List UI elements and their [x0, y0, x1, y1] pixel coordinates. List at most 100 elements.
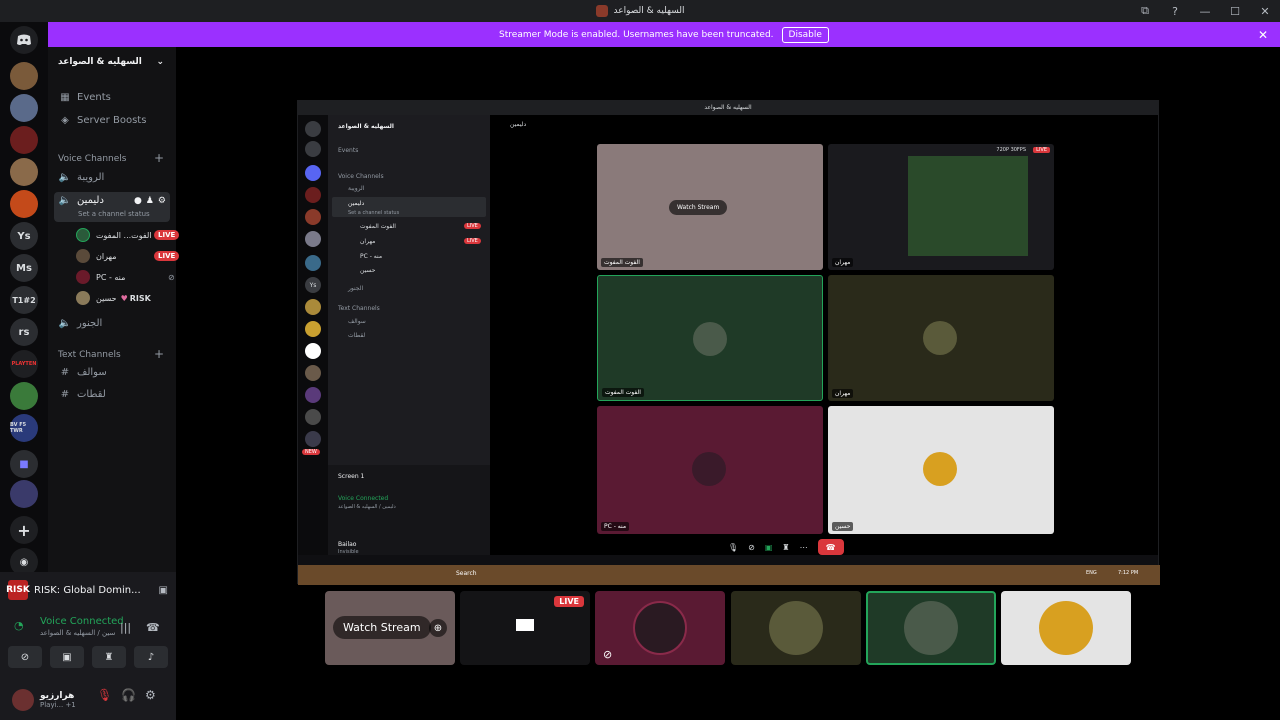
- controller-icon[interactable]: ▣: [159, 585, 168, 596]
- server-5-icon[interactable]: [10, 190, 38, 218]
- soundboard-icon[interactable]: ♪: [134, 646, 168, 668]
- server-1-icon[interactable]: [10, 62, 38, 90]
- inner-inbox-icon: [305, 141, 321, 157]
- inner-user: مهران: [360, 238, 376, 245]
- server-badge-icon[interactable]: [10, 382, 38, 410]
- inner-tile-label: مهران: [832, 389, 854, 398]
- calendar-icon: ▦: [60, 92, 70, 103]
- strip-user-tile[interactable]: [1001, 591, 1131, 665]
- inner-channel: الجنور: [348, 285, 364, 292]
- inner-user: الفوت المفوت: [360, 223, 396, 230]
- folder-icon[interactable]: ■: [10, 450, 38, 478]
- text-channel-1[interactable]: # سوالف: [58, 367, 107, 378]
- channel-status[interactable]: Set a channel status: [78, 210, 150, 218]
- inner-text-channel: سوالف: [348, 318, 366, 325]
- voice-user-1[interactable]: الفوت... المفوت LIVE: [76, 228, 180, 242]
- events-link[interactable]: ▦ Events: [58, 92, 111, 103]
- server-name: السهليه & الصواعد: [58, 57, 142, 67]
- invite-icon[interactable]: ♟: [146, 196, 154, 206]
- server-boosts-link[interactable]: ◈ Server Boosts: [58, 115, 146, 126]
- voice-channel-path[interactable]: سين / السهليه & الصواعد: [40, 629, 115, 637]
- mic-muted-icon[interactable]: 🎙: [97, 688, 112, 702]
- maximize-button[interactable]: ☐: [1220, 5, 1250, 18]
- close-window-button[interactable]: ✕: [1250, 5, 1280, 18]
- inner-voice-connected: Voice Connected: [338, 495, 389, 502]
- inner-window-title: السهليه & الصواعد: [298, 101, 1158, 115]
- disable-button[interactable]: Disable: [781, 26, 829, 43]
- voice-channel-3[interactable]: 🔈 الجنور: [58, 318, 103, 329]
- voice-channel-1[interactable]: 🔈 الرويبة: [58, 172, 105, 183]
- inner-username: Bailao: [338, 541, 357, 548]
- live-badge: LIVE: [554, 596, 584, 607]
- server-ys[interactable]: Ys: [10, 222, 38, 250]
- inner-tile-user: مهران: [828, 275, 1054, 401]
- strip-screen-tile[interactable]: LIVE: [460, 591, 590, 665]
- inner-overwatch-icon: [305, 343, 321, 359]
- deafened-icon: ⊘: [168, 272, 175, 282]
- inner-tile-label: حسين: [832, 522, 854, 531]
- settings-gear-icon[interactable]: ⚙: [158, 196, 166, 206]
- strip-user-tile[interactable]: ⊘: [595, 591, 725, 665]
- strip-user-tile[interactable]: [731, 591, 861, 665]
- noise-suppression-icon[interactable]: |||: [120, 621, 131, 634]
- help-icon[interactable]: ?: [1160, 5, 1190, 18]
- add-text-channel-icon[interactable]: +: [154, 347, 164, 361]
- boost-icon: ◈: [61, 115, 69, 126]
- inner-text-category: Text Channels: [338, 305, 380, 312]
- server-t12[interactable]: T1#2: [10, 286, 38, 314]
- headphones-icon[interactable]: 🎧: [121, 688, 136, 702]
- text-channel-2[interactable]: # لقطات: [58, 389, 106, 400]
- inner-server-ys: Ys: [305, 277, 321, 293]
- watch-stream-icon[interactable]: ⊕: [429, 619, 447, 637]
- server-3-icon[interactable]: [10, 126, 38, 154]
- voice-user-4[interactable]: حسين ♥ RISK: [76, 291, 151, 305]
- server-playten[interactable]: PLAYTEN: [10, 350, 38, 378]
- avatar: [769, 601, 823, 655]
- disconnect-icon[interactable]: ☎: [146, 621, 160, 634]
- voice-user-2[interactable]: مهران LIVE: [76, 249, 180, 263]
- inner-tile-label: PC - منه: [601, 522, 630, 531]
- watch-stream-button[interactable]: Watch Stream: [333, 616, 431, 639]
- avatar: [1039, 601, 1093, 655]
- user-status: Playi... +1: [40, 701, 76, 709]
- user-settings-icon[interactable]: ⚙: [145, 688, 156, 702]
- camera-off-icon[interactable]: ⊘: [8, 646, 42, 668]
- voice-channel-2[interactable]: 🔈 دليمين ● ♟ ⚙: [58, 195, 166, 206]
- server-ms[interactable]: Ms: [10, 254, 38, 282]
- screen-share-icon[interactable]: ▣: [50, 646, 84, 668]
- server-header[interactable]: السهليه & الصواعد ⌄: [48, 47, 176, 77]
- speaker-icon: 🔈: [58, 318, 72, 329]
- inner-discord-icon: [305, 121, 321, 137]
- live-badge: LIVE: [154, 251, 180, 261]
- inner-live-badge: LIVE: [1033, 147, 1050, 153]
- inbox-icon[interactable]: ⧉: [1130, 4, 1160, 18]
- minimize-button[interactable]: —: [1190, 5, 1220, 18]
- discord-home-icon[interactable]: [10, 26, 38, 54]
- hash-icon: #: [60, 389, 70, 400]
- strip-stream-tile[interactable]: Watch Stream ⊕: [325, 591, 455, 665]
- voice-connected-label[interactable]: Voice Connected: [40, 616, 124, 627]
- inner-tile-label: مهران: [832, 258, 854, 267]
- guild-rail: Ys Ms T1#2 rs PLAYTEN BV F5 TWR ■ + ◉: [0, 22, 48, 576]
- activity-text: RISK: Global Domin...: [34, 584, 141, 596]
- text-category[interactable]: Text Channels: [58, 350, 121, 360]
- add-voice-channel-icon[interactable]: +: [154, 151, 164, 165]
- activities-icon[interactable]: ♜: [92, 646, 126, 668]
- avatar: [12, 689, 34, 711]
- inner-guild-rail: Ys NEW: [298, 115, 328, 555]
- chat-icon[interactable]: ●: [134, 196, 142, 206]
- inner-server-icon: [305, 187, 321, 203]
- strip-user-tile-speaking[interactable]: [866, 591, 996, 665]
- add-server-icon[interactable]: +: [10, 516, 38, 544]
- server-2-icon[interactable]: [10, 94, 38, 122]
- inner-tile-stream: Watch Stream الفوت المفوت: [597, 144, 823, 270]
- voice-category[interactable]: Voice Channels: [58, 154, 126, 164]
- server-bvf5[interactable]: BV F5 TWR: [10, 414, 38, 442]
- banner-close-icon[interactable]: ✕: [1258, 28, 1268, 42]
- server-4-icon[interactable]: [10, 158, 38, 186]
- server-rs[interactable]: rs: [10, 318, 38, 346]
- activity-row[interactable]: RISK RISK: Global Domin... ▣: [6, 580, 168, 600]
- server-badge-314[interactable]: [10, 480, 38, 508]
- voice-channel-label: الرويبة: [77, 172, 105, 183]
- voice-user-3[interactable]: PC - منه ⊘: [76, 270, 175, 284]
